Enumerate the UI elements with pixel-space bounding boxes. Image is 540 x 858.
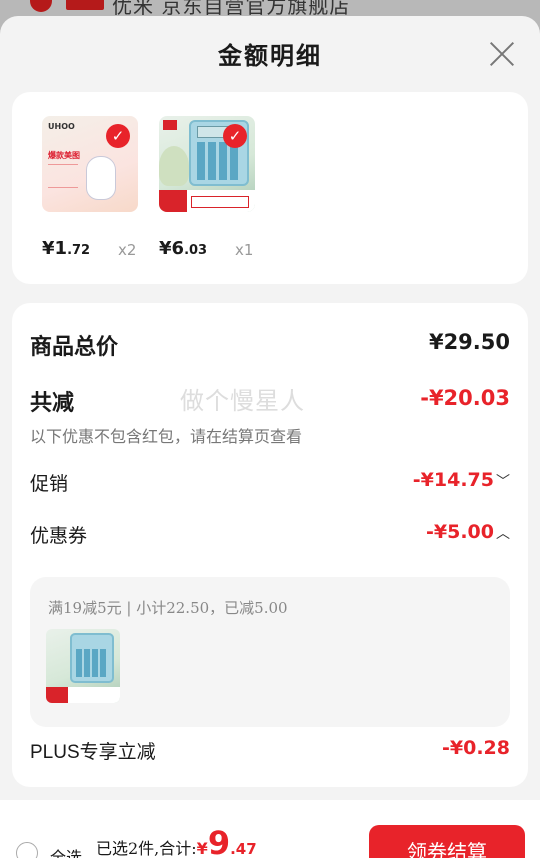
promotion-value-wrap: -¥14.75 ﹀ [413, 469, 510, 491]
sheet-header: 金额明细 [0, 16, 540, 88]
watermark-text: 做个慢星人 [180, 387, 305, 415]
product-price: ¥6.03 [159, 238, 208, 259]
price-breakdown-card: 商品总价 ¥29.50 做个慢星人 共减 -¥20.03 以下优惠不包含红包，请… [12, 303, 528, 787]
selected-check-icon[interactable]: ✓ [106, 124, 130, 148]
product-image-pouch: UHOO 爆款美图 ✓ [42, 116, 138, 212]
selected-check-icon[interactable]: ✓ [223, 124, 247, 148]
sheet-title: 金额明细 [218, 41, 322, 70]
coupon-label: 优惠券 [30, 525, 88, 547]
select-all-label[interactable]: 全选 [50, 844, 82, 858]
brand-logo-icon: UHOO [48, 122, 75, 131]
promotion-value: -¥14.75 [412, 469, 494, 491]
checkout-bar: 全选 已选2件,合计:¥9.47 领券结算 [0, 800, 540, 858]
chevron-up-icon[interactable]: ︿ [496, 526, 510, 542]
leaf-decoration [159, 146, 189, 186]
reduction-note: 以下优惠不包含红包，请在结算页查看 [30, 427, 303, 446]
product-item-pouch[interactable]: UHOO 爆款美图 ✓ ¥1.72 x2 [42, 116, 138, 259]
coupon-product-image [46, 629, 120, 703]
product-price-row: ¥1.72 x2 [42, 238, 162, 259]
plus-discount-value: -¥0.28 [442, 737, 510, 759]
calculator-keys-icon [76, 649, 108, 677]
chevron-down-icon[interactable]: ﹀ [496, 474, 510, 490]
summary-total-integer: 9 [207, 824, 231, 858]
brand-logo-icon [163, 120, 177, 130]
bunny-illustration-icon [86, 156, 116, 200]
coupon-detail-box: 满19减5元 | 小计22.50，已减5.00 [30, 577, 510, 727]
summary-total-cents: .47 [230, 840, 257, 858]
order-summary: 已选2件,合计:¥9.47 [96, 824, 257, 858]
coupon-value: -¥5.00 [426, 521, 494, 543]
summary-prefix: 已选2件,合计: [96, 839, 197, 858]
summary-currency: ¥ [196, 839, 208, 858]
close-icon[interactable] [488, 40, 516, 68]
checkout-button[interactable]: 领券结算 [369, 825, 525, 858]
store-badge-icon [30, 0, 52, 12]
selected-products-card: UHOO 爆款美图 ✓ ¥1.72 x2 ✓ ¥6.03 x1 [12, 92, 528, 284]
coupon-description: 满19减5元 | 小计22.50，已减5.00 [48, 599, 288, 617]
coupon-value-wrap: -¥5.00 ︿ [426, 521, 510, 543]
select-all-radio[interactable] [16, 842, 38, 858]
pattern-decoration [48, 164, 78, 188]
amount-detail-sheet: 金额明细 UHOO 爆款美图 ✓ ¥1.72 x2 ✓ ¥6.03 x1 商品总… [0, 16, 540, 858]
plus-discount-label: PLUS专享立减 [30, 742, 156, 763]
product-label-decoration: 爆款美图 [48, 151, 80, 160]
promo-ribbon-tag-icon [46, 687, 68, 703]
total-price-label: 商品总价 [30, 334, 119, 360]
total-reduction-value: -¥20.03 [420, 386, 510, 410]
total-reduction-label: 共减 [30, 390, 75, 416]
product-price-row: ¥6.03 x1 [159, 238, 279, 259]
promo-ribbon-label-icon [191, 196, 249, 208]
product-quantity: x2 [118, 241, 137, 259]
product-price: ¥1.72 [42, 238, 91, 259]
total-price-value: ¥29.50 [428, 330, 510, 354]
store-tag-icon [66, 0, 104, 10]
promo-ribbon-tag-icon [159, 190, 187, 212]
product-item-calculator[interactable]: ✓ ¥6.03 x1 [159, 116, 255, 259]
promotion-label: 促销 [30, 473, 69, 495]
product-quantity: x1 [235, 241, 254, 259]
product-image-calculator: ✓ [159, 116, 255, 212]
